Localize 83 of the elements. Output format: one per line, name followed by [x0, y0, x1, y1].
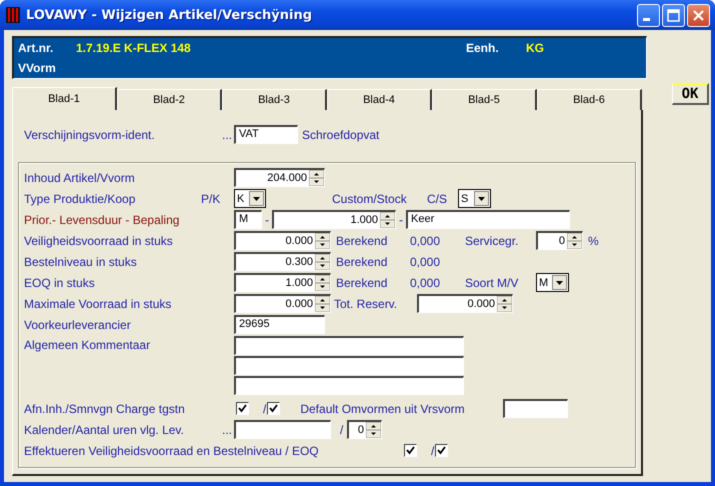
field-label: Type Produktie/Koop — [24, 192, 136, 206]
spin-arrows-icon[interactable] — [497, 296, 512, 312]
checkbox[interactable] — [404, 444, 417, 457]
checkbox[interactable] — [267, 402, 280, 415]
tab[interactable]: Blad-2 — [117, 89, 222, 110]
separator-text: - — [264, 212, 270, 226]
calculated-value: 0,000 — [410, 254, 442, 268]
unit-label: Eenh. — [466, 41, 500, 55]
field-label: Voorkeurleverancier — [24, 318, 132, 332]
article-label: Art.nr. — [18, 41, 54, 55]
comment-field[interactable] — [234, 336, 464, 355]
tab[interactable]: Blad-3 — [222, 89, 327, 110]
field-label: Servicegr. — [465, 234, 520, 248]
number-spinner[interactable]: 0.000 — [234, 231, 331, 250]
input-field[interactable]: 29695 — [234, 315, 325, 334]
comment-field[interactable] — [234, 356, 464, 375]
field-label: Verschijningsvorm-ident. — [24, 128, 155, 142]
number-spinner[interactable]: 1.000 — [234, 273, 331, 292]
field-label: Custom/Stock — [332, 192, 408, 206]
calculated-value: 0,000 — [410, 234, 442, 248]
field-label: Veiligheidsvoorraad in stuks — [24, 234, 174, 248]
unit-text: % — [588, 234, 599, 248]
spin-arrows-icon[interactable] — [315, 296, 330, 312]
code-label: C/S — [427, 192, 448, 206]
field-label: Soort M/V — [465, 276, 520, 290]
number-spinner[interactable]: 0 — [347, 420, 382, 439]
field-label: Kalender/Aantal uren vlg. Lev. — [24, 422, 184, 436]
input-field[interactable] — [503, 399, 568, 418]
spin-arrows-icon[interactable] — [315, 275, 330, 291]
field-label: Tot. Reserv. — [334, 296, 398, 310]
checkbox[interactable] — [435, 444, 448, 457]
field-label: Algemeen Kommentaar — [24, 337, 152, 354]
spin-arrows-icon[interactable] — [380, 212, 395, 228]
lookup-link[interactable]: ... — [222, 128, 234, 142]
code-label: P/K — [201, 192, 220, 206]
dropdown[interactable]: S — [458, 189, 491, 208]
number-spinner[interactable]: 0.000 — [234, 294, 331, 313]
field-label: Prior.- Levensduur - Bepaling — [24, 212, 180, 226]
lookup-link[interactable]: ... — [222, 422, 234, 436]
article-number: 1.7.19.E K-FLEX 148 — [76, 41, 192, 55]
checkbox[interactable] — [236, 402, 249, 415]
field-label: Effektueren Veiligheidsvoorraad en Bestelniveau / EOQ — [24, 444, 320, 458]
input-field[interactable]: VAT — [234, 125, 298, 144]
field-label: EOQ in stuks — [24, 276, 96, 290]
field-label: Berekend — [336, 234, 388, 248]
input-field[interactable]: M — [234, 210, 262, 229]
field-label: Bestelniveau in stuks — [24, 254, 138, 268]
tab[interactable]: Blad-5 — [432, 89, 537, 110]
separator-text: - — [398, 212, 404, 226]
comment-field[interactable] — [234, 376, 464, 395]
separator-text: / — [263, 402, 266, 416]
field-label: Afn.Inh./Smnvgn Charge tgstn — [24, 402, 186, 416]
field-label: Berekend — [336, 276, 388, 290]
separator-text: / — [340, 422, 344, 436]
field-label: Maximale Voorraad in stuks — [24, 296, 172, 310]
spin-arrows-icon[interactable] — [366, 422, 381, 438]
number-spinner[interactable]: 204.000 — [234, 168, 325, 187]
ok-button[interactable]: OK — [672, 83, 709, 105]
tab[interactable]: Blad-4 — [327, 89, 432, 110]
field-label: Inhoud Artikel/Vvorm — [24, 170, 136, 184]
field-label: Berekend — [336, 254, 388, 268]
dropdown[interactable]: M — [536, 273, 569, 292]
spin-arrows-icon[interactable] — [309, 170, 324, 186]
input-field[interactable] — [234, 420, 331, 439]
calculated-value: 0,000 — [410, 276, 442, 290]
number-spinner[interactable]: 1.000 — [272, 210, 396, 229]
number-spinner[interactable]: 0.000 — [417, 294, 513, 313]
tab[interactable]: Blad-6 — [537, 89, 642, 110]
window-title: LOVAWY - Wijzigen Artikel/Verschÿning — [26, 8, 314, 22]
number-spinner[interactable]: 0 — [536, 231, 583, 250]
separator-text: / — [431, 444, 434, 458]
tab[interactable]: Blad-1 — [12, 87, 117, 110]
input-field[interactable]: Keer — [406, 210, 570, 229]
dropdown[interactable]: K — [234, 189, 266, 208]
spin-arrows-icon[interactable] — [315, 233, 330, 249]
unit-value: KG — [526, 41, 544, 55]
spin-arrows-icon[interactable] — [567, 233, 582, 249]
spin-arrows-icon[interactable] — [315, 254, 330, 270]
form-label: VVorm — [18, 61, 56, 75]
app-icon — [6, 7, 20, 23]
description-text: Schroefdopvat — [302, 128, 380, 142]
field-label: Default Omvormen uit Vrsvorm — [300, 402, 466, 416]
number-spinner[interactable]: 0.300 — [234, 252, 331, 271]
